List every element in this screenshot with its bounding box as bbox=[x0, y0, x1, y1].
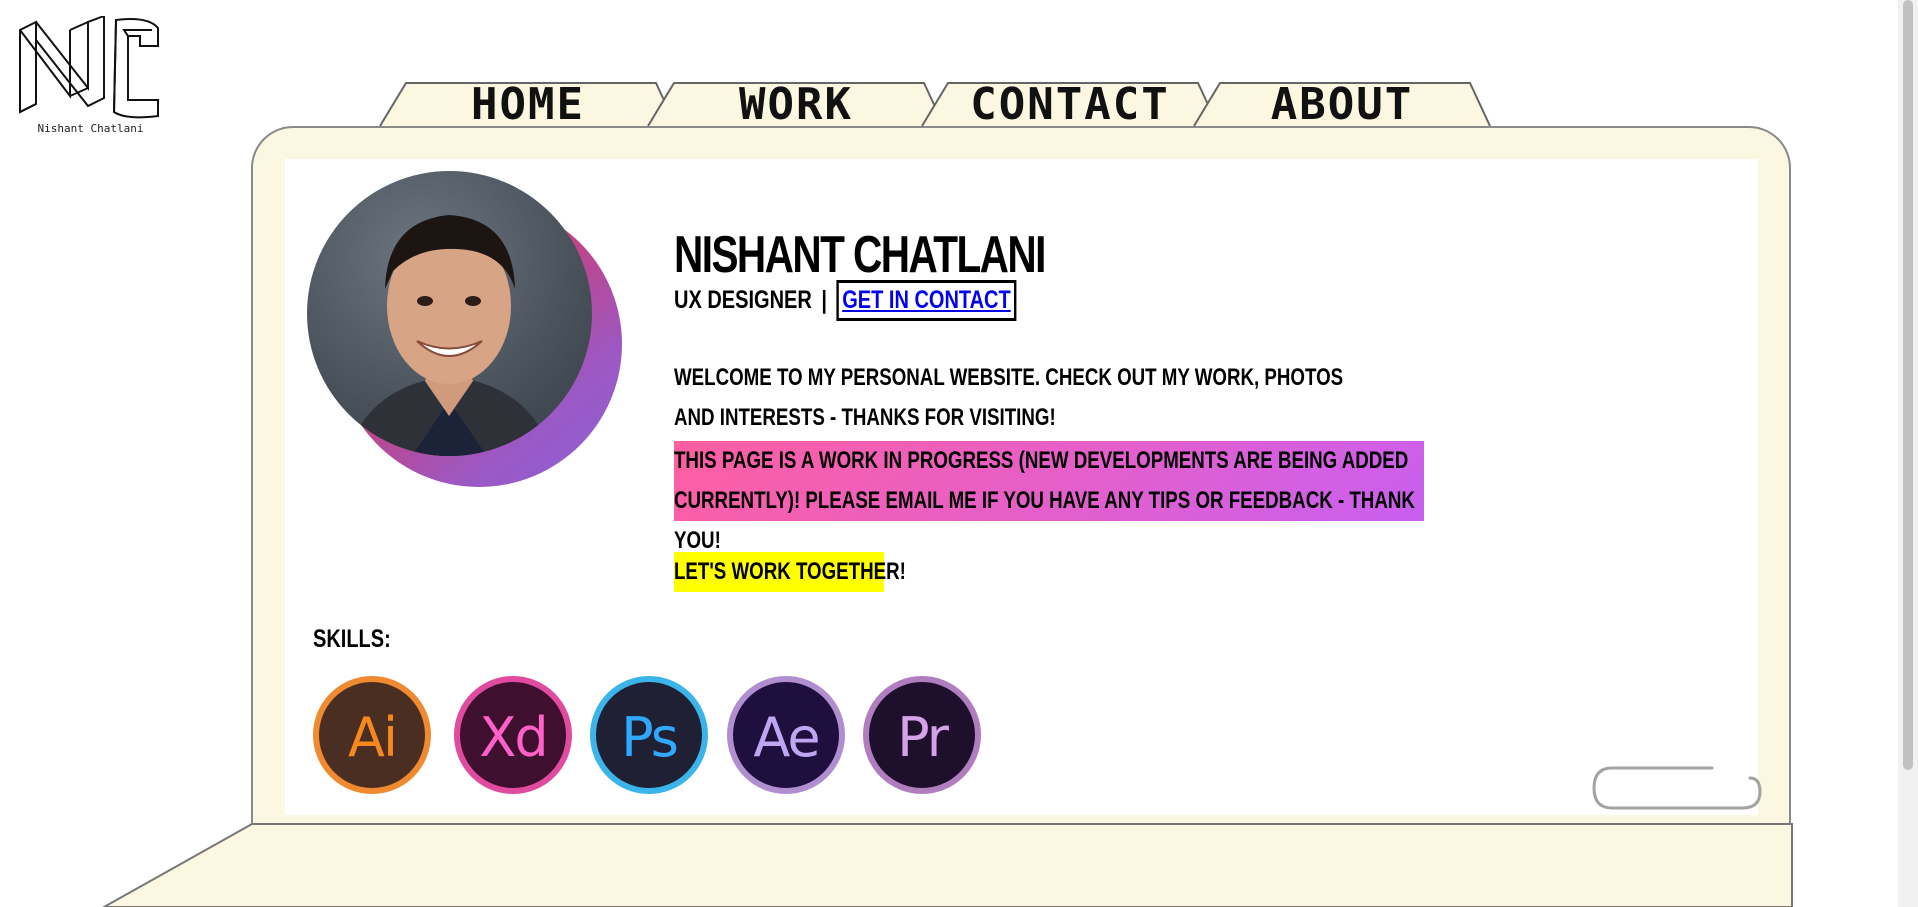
hero-name: NISHANT CHATLANI bbox=[674, 226, 1046, 284]
tab-contact-label: CONTACT bbox=[970, 79, 1170, 130]
separator: | bbox=[821, 286, 828, 314]
tab-about[interactable]: ABOUT bbox=[1192, 79, 1492, 130]
avatar bbox=[307, 171, 592, 456]
get-in-contact-link[interactable]: GET IN CONTACT bbox=[836, 280, 1017, 321]
wip-notice-text: THIS PAGE IS A WORK IN PROGRESS (NEW DEV… bbox=[674, 447, 1415, 554]
adobe-illustrator-icon[interactable]: Ai bbox=[313, 676, 431, 794]
site-logo[interactable]: Nishant Chatlani bbox=[18, 16, 163, 142]
tab-contact[interactable]: CONTACT bbox=[920, 79, 1220, 130]
tab-work-label: WORK bbox=[739, 79, 853, 130]
logo-caption: Nishant Chatlani bbox=[37, 122, 144, 135]
hero-subline: UX DESIGNER | GET IN CONTACT bbox=[674, 280, 1017, 321]
adobe-xd-icon[interactable]: Xd bbox=[454, 676, 572, 794]
tab-home[interactable]: HOME bbox=[378, 79, 678, 130]
skill-abbr: Pr bbox=[897, 706, 949, 769]
scrollbar-thumb[interactable] bbox=[1903, 0, 1913, 770]
job-title: UX DESIGNER bbox=[674, 286, 812, 314]
page-scrollbar[interactable] bbox=[1898, 0, 1918, 907]
skill-abbr: Ps bbox=[621, 706, 679, 769]
skill-abbr: Ae bbox=[753, 706, 820, 769]
person-portrait-icon bbox=[347, 215, 552, 456]
skill-abbr: Ai bbox=[348, 706, 398, 769]
tab-about-label: ABOUT bbox=[1270, 79, 1414, 130]
tab-work[interactable]: WORK bbox=[646, 79, 946, 130]
welcome-text: WELCOME TO MY PERSONAL WEBSITE. CHECK OU… bbox=[674, 364, 1344, 431]
cta-text: LET'S WORK TOGETHER! bbox=[674, 558, 906, 585]
nc-logo-mark bbox=[19, 16, 159, 119]
drawer-handle bbox=[1592, 766, 1762, 810]
skill-abbr: Xd bbox=[479, 706, 548, 769]
adobe-after-effects-icon[interactable]: Ae bbox=[727, 676, 845, 794]
profile-photo bbox=[307, 171, 622, 487]
adobe-premiere-icon[interactable]: Pr bbox=[863, 676, 981, 794]
folder-bottom-flap bbox=[101, 823, 1793, 907]
tab-home-label: HOME bbox=[471, 79, 585, 130]
adobe-photoshop-icon[interactable]: Ps bbox=[590, 676, 708, 794]
skills-heading: SKILLS: bbox=[313, 625, 391, 653]
